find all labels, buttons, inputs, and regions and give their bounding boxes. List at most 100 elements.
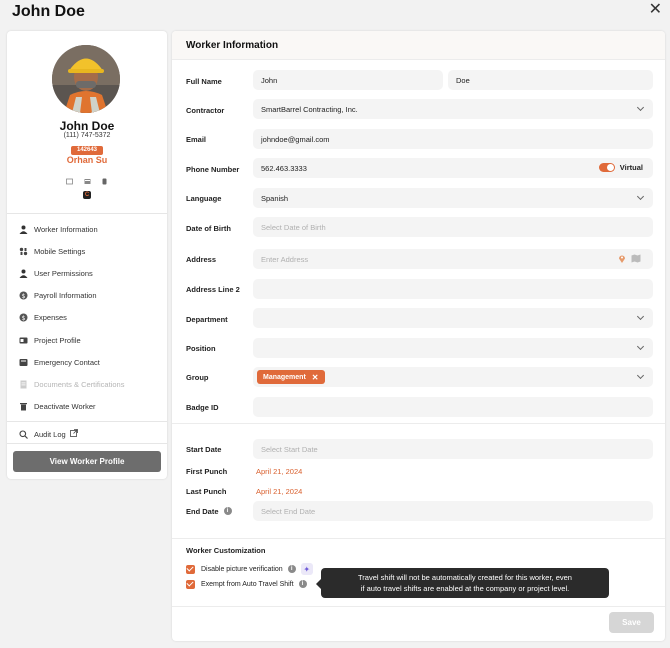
worker-information-panel: Worker Information Full Name John Doe Co…	[172, 31, 665, 641]
group-chip-label: Management	[263, 373, 306, 381]
dollar-icon: $	[19, 291, 28, 300]
chevron-down-icon	[636, 192, 645, 201]
position-label: Position	[186, 343, 216, 353]
sidebar-item-user-permissions[interactable]: User Permissions	[19, 266, 93, 280]
info-icon[interactable]: i	[287, 565, 296, 573]
address2-label: Address Line 2	[186, 284, 240, 294]
map-icon[interactable]	[631, 254, 641, 265]
last-punch-value: April 21, 2024	[256, 487, 303, 496]
disable-picture-label: Disable picture verification	[201, 565, 283, 573]
address2-field[interactable]	[253, 279, 653, 299]
email-label: Email	[186, 134, 207, 144]
contractor-label: Contractor	[186, 105, 225, 115]
divider	[7, 421, 167, 422]
phone-field[interactable]: 562.463.3333 Virtual	[253, 158, 653, 178]
id-card-icon[interactable]	[66, 172, 73, 185]
exempt-travel-row: Exempt from Auto Travel Shift i	[186, 579, 307, 589]
audit-log-label: Audit Log	[34, 429, 66, 439]
divider	[172, 606, 665, 607]
divider	[172, 423, 665, 424]
profile-phone: (111) 747-5372	[63, 132, 111, 139]
disable-picture-checkbox[interactable]	[186, 564, 195, 574]
audit-log-link[interactable]: Audit Log	[19, 427, 78, 441]
close-icon[interactable]: ✕	[649, 2, 662, 18]
email-field[interactable]: johndoe@gmail.com	[253, 129, 653, 149]
sidebar-item-project-profile[interactable]: Project Profile	[19, 333, 81, 347]
start-date-field[interactable]: Select Start Date	[253, 439, 653, 459]
badge-id-label: Badge ID	[186, 402, 219, 412]
end-date-field[interactable]: Select End Date	[253, 501, 653, 521]
sparkle-icon[interactable]: ✦	[300, 563, 313, 575]
exempt-travel-checkbox[interactable]	[186, 579, 195, 589]
department-label: Department	[186, 314, 228, 324]
last-name-field[interactable]: Doe	[448, 70, 653, 90]
remove-chip-icon[interactable]: ✕	[312, 373, 319, 382]
dob-field[interactable]: Select Date of Birth	[253, 217, 653, 237]
last-punch-label: Last Punch	[186, 486, 227, 496]
top-bar: John Doe ✕	[0, 0, 670, 26]
svg-text:$: $	[22, 314, 26, 321]
divider	[172, 538, 665, 539]
group-select[interactable]: Management ✕	[253, 367, 653, 387]
user-permissions-icon	[19, 269, 28, 278]
virtual-toggle[interactable]	[599, 163, 615, 172]
info-icon[interactable]: i	[298, 580, 307, 588]
sidebar-item-mobile-settings[interactable]: Mobile Settings	[19, 244, 85, 258]
first-punch-label: First Punch	[186, 466, 228, 476]
address-field[interactable]: Enter Address	[253, 249, 653, 269]
sidebar-item-label: Project Profile	[34, 335, 81, 345]
tooltip-line-1: Travel shift will not be automatically c…	[358, 573, 572, 582]
end-date-label: End Date	[186, 506, 219, 516]
profile-sidebar: John Doe (111) 747-5372 142643 Orhan Su …	[7, 31, 167, 479]
address-label: Address	[186, 254, 217, 264]
save-button[interactable]: Save	[609, 612, 654, 633]
travel-shift-tooltip: Travel shift will not be automatically c…	[316, 568, 609, 598]
badge-number: 142643	[71, 146, 103, 155]
language-select[interactable]: Spanish	[253, 188, 653, 208]
phone-value: 562.463.3333	[261, 163, 307, 173]
department-select[interactable]	[253, 308, 653, 328]
person-icon	[19, 225, 28, 234]
end-date-label-row: End Date i	[186, 505, 232, 517]
exempt-travel-label: Exempt from Auto Travel Shift	[201, 580, 294, 588]
group-chip: Management ✕	[257, 370, 325, 384]
sidebar-item-label: Documents & Certifications	[34, 379, 125, 389]
sidebar-item-payroll-information[interactable]: $ Payroll Information	[19, 288, 97, 302]
company-logo-icon: C	[83, 191, 91, 199]
avatar	[52, 45, 120, 113]
view-worker-profile-button[interactable]: View Worker Profile	[13, 451, 161, 472]
contractor-value: SmartBarrel Contracting, Inc.	[261, 104, 358, 114]
search-icon	[19, 429, 28, 439]
sidebar-item-expenses[interactable]: $ Expenses	[19, 310, 67, 324]
sidebar-item-label: Emergency Contact	[34, 357, 100, 367]
profile-icon-row	[66, 172, 108, 185]
sidebar-item-emergency-contact[interactable]: Emergency Contact	[19, 355, 100, 369]
card-icon[interactable]	[84, 172, 91, 184]
first-name-field[interactable]: John	[253, 70, 443, 90]
sidebar-item-worker-information[interactable]: Worker Information	[19, 222, 98, 236]
mobile-settings-icon	[19, 247, 28, 256]
full-name-label: Full Name	[186, 76, 222, 86]
profile-name: John Doe	[59, 119, 115, 133]
info-icon[interactable]: i	[223, 507, 232, 515]
sidebar-item-label: Mobile Settings	[34, 246, 86, 256]
sidebar-item-deactivate-worker[interactable]: Deactivate Worker	[19, 399, 96, 413]
profile-subtitle: Orhan Su	[66, 155, 108, 165]
address-icons	[618, 254, 641, 265]
external-link-icon	[69, 429, 78, 439]
disable-picture-row: Disable picture verification i ✦	[186, 563, 313, 575]
address-placeholder: Enter Address	[261, 254, 309, 264]
project-icon	[19, 336, 28, 345]
mobile-icon[interactable]	[101, 172, 108, 185]
location-pin-icon[interactable]	[618, 254, 626, 265]
contractor-select[interactable]: SmartBarrel Contracting, Inc.	[253, 99, 653, 119]
divider	[7, 213, 167, 214]
badge-id-field[interactable]	[253, 397, 653, 417]
phone-label: Phone Number	[186, 164, 240, 174]
dob-label: Date of Birth	[186, 223, 231, 233]
panel-header: Worker Information	[172, 31, 665, 60]
sidebar-item-label: Deactivate Worker	[34, 401, 96, 411]
chevron-down-icon	[636, 312, 645, 321]
trash-icon	[19, 402, 28, 411]
position-select[interactable]	[253, 338, 653, 358]
